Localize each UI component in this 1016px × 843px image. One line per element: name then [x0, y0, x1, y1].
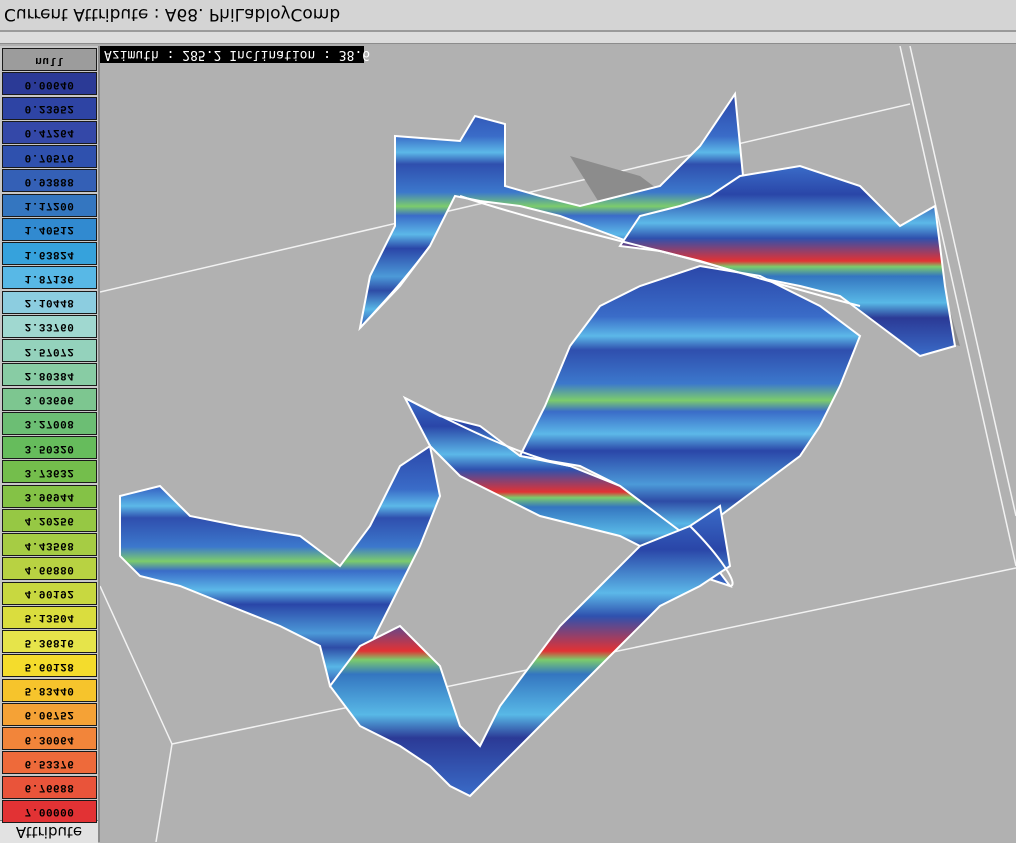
legend-swatch-label: 3.03696 — [24, 393, 75, 405]
legend-swatch[interactable]: 3.96944 — [2, 484, 97, 508]
legend-swatch[interactable]: 4.20256 — [2, 508, 97, 532]
legend-swatch-label: 3.50320 — [24, 441, 75, 454]
legend-swatch[interactable]: 0.93888 — [2, 169, 97, 193]
legend-swatch-label: 1.63824 — [24, 247, 75, 260]
legend-swatch[interactable]: 7.00000 — [2, 799, 97, 823]
legend-swatch[interactable]: 6.06752 — [2, 702, 97, 726]
legend-swatch[interactable]: 0.70576 — [2, 145, 97, 168]
legend-swatch-label: 1.40512 — [24, 223, 75, 236]
legend-swatch-label: 0.23952 — [24, 102, 75, 114]
legend-swatch[interactable]: 4.90192 — [2, 581, 97, 605]
legend-swatch-label: 1.17200 — [24, 199, 75, 211]
legend-swatch[interactable]: 1.17200 — [2, 193, 97, 217]
legend-swatch-label: 3.27008 — [24, 417, 75, 430]
legend-swatch[interactable]: 0.00640 — [2, 72, 97, 96]
legend-swatch-label: 4.66880 — [24, 562, 75, 575]
legend-swatch[interactable]: 2.33760 — [2, 314, 97, 338]
legend-swatch-label: 1.87136 — [24, 271, 75, 284]
legend-swatch[interactable]: 0.23952 — [2, 96, 97, 120]
legend-swatch[interactable]: 4.66880 — [2, 557, 97, 581]
title-bar: Current Attribute : A68. PhiLabloyComb — [0, 0, 1016, 32]
orientation-text: Azimuth : 285.2 Inclination : 38.6 — [104, 47, 371, 62]
attribute-legend: Attribute null 0.00640 0.23952 0.47264 0.705… — [0, 46, 100, 843]
legend-swatch[interactable]: 5.60128 — [2, 654, 97, 678]
legend-swatch-label: 4.20256 — [24, 514, 75, 527]
window-title: Current Attribute : A68. PhiLabloyComb — [4, 4, 341, 24]
legend-swatch-label: 0.00640 — [24, 77, 75, 90]
legend-swatch-label: 6.30064 — [24, 732, 75, 745]
legend-swatch-label: 0.47264 — [24, 126, 75, 139]
legend-swatch[interactable]: 1.87136 — [2, 266, 97, 290]
legend-swatch-label: 5.83440 — [24, 684, 75, 696]
legend-swatch[interactable]: 3.73632 — [2, 460, 97, 484]
legend-swatch-label: null — [35, 53, 64, 66]
legend-swatch[interactable]: 5.13504 — [2, 605, 97, 629]
legend-swatch[interactable]: 0.47264 — [2, 120, 97, 144]
viewport-canvas[interactable] — [100, 46, 1016, 842]
legend-swatch-label: 5.60128 — [24, 659, 75, 672]
legend-swatch-label: 4.90192 — [24, 587, 75, 599]
orientation-readout: Azimuth : 285.2 Inclination : 38.6 — [100, 46, 370, 63]
legend-swatch[interactable]: 6.30064 — [2, 727, 97, 750]
legend-swatch[interactable]: 2.10448 — [2, 290, 97, 314]
legend-swatch[interactable]: null — [2, 48, 97, 71]
legend-swatch[interactable]: 2.80384 — [2, 363, 97, 387]
legend-swatch-label: 6.53376 — [24, 756, 75, 769]
legend-swatch[interactable]: 5.36816 — [2, 630, 97, 653]
legend-swatch-label: 2.80384 — [24, 368, 75, 381]
legend-swatch-label: 2.33760 — [24, 320, 75, 333]
legend-swatch-label: 3.96944 — [24, 490, 75, 502]
legend-swatch[interactable]: 6.76688 — [2, 775, 97, 799]
legend-swatch[interactable]: 3.50320 — [2, 436, 97, 459]
toolbar-strip — [0, 32, 1016, 44]
legend-swatch-label: 5.36816 — [24, 635, 75, 648]
legend-swatch-label: 5.13504 — [24, 611, 75, 624]
legend-swatch-label: 3.73632 — [24, 465, 75, 478]
legend-swatch-label: 7.00000 — [24, 805, 75, 818]
legend-swatch-label: 0.70576 — [24, 150, 75, 163]
legend-swatch[interactable]: 3.27008 — [2, 411, 97, 435]
legend-swatch-label: 2.10448 — [24, 296, 75, 308]
legend-footer-label: Attribute — [15, 823, 83, 841]
legend-swatch[interactable]: 6.53376 — [2, 751, 97, 775]
legend-swatch-label: 6.76688 — [24, 781, 75, 793]
legend-swatch[interactable]: 5.83440 — [2, 678, 97, 702]
legend-swatch-label: 6.06752 — [24, 708, 75, 721]
legend-swatch-label: 4.43568 — [24, 538, 75, 551]
legend-swatch[interactable]: 1.40512 — [2, 217, 97, 241]
legend-swatch-label: 2.57072 — [24, 344, 75, 357]
legend-footer[interactable]: Attribute — [0, 820, 98, 843]
legend-swatch[interactable]: 4.43568 — [2, 533, 97, 556]
legend-swatch[interactable]: 1.63824 — [2, 242, 97, 265]
legend-swatch[interactable]: 2.57072 — [2, 339, 97, 362]
legend-swatch[interactable]: 3.03696 — [2, 387, 97, 411]
3d-viewport[interactable] — [100, 46, 1016, 842]
legend-swatch-label: 0.93888 — [24, 174, 75, 187]
